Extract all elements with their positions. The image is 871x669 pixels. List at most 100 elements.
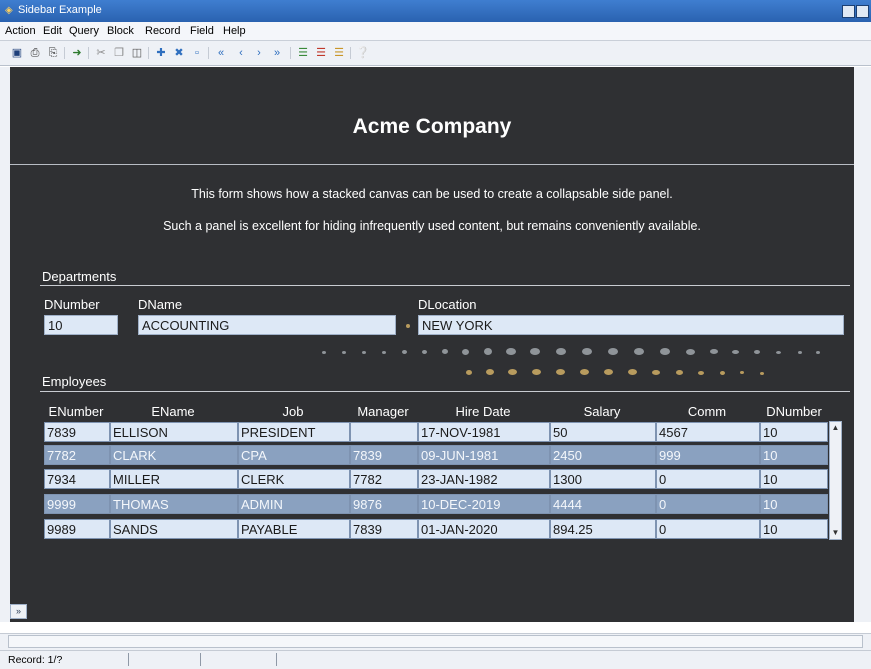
- cell-enumber[interactable]: 7782: [44, 445, 110, 465]
- col-ename: EName: [151, 404, 195, 419]
- menu-bar: Action Edit Query Block Record Field Hel…: [0, 22, 871, 41]
- scroll-up-icon[interactable]: ▲: [830, 422, 841, 434]
- cell-ename[interactable]: MILLER: [110, 469, 238, 489]
- cell-comm[interactable]: 0: [656, 519, 760, 539]
- cell-comm[interactable]: 4567: [656, 422, 760, 442]
- employees-label: Employees: [42, 374, 107, 389]
- col-hire-date: Hire Date: [455, 404, 511, 419]
- cell-salary[interactable]: 50: [550, 422, 656, 442]
- first-record-icon[interactable]: «: [214, 46, 228, 60]
- next-record-icon[interactable]: ›: [252, 46, 266, 60]
- message-box: [8, 635, 863, 648]
- right-frame: [854, 67, 871, 622]
- cell-manager[interactable]: [350, 422, 418, 442]
- cell-salary[interactable]: 4444: [550, 494, 656, 514]
- help-icon[interactable]: ❔: [356, 46, 370, 60]
- dnumber-field[interactable]: 10: [44, 315, 118, 335]
- record-status: Record: 1/?: [8, 654, 63, 666]
- cell-hire-date[interactable]: 10-DEC-2019: [418, 494, 550, 514]
- toolbar: ▣ ⎙ ⎘ ➜ ✂ ❐ ◫ ✚ ✖ ▫ « ‹ › » ☰ ☰ ☰ ❔: [0, 41, 871, 66]
- cell-dnumber[interactable]: 10: [760, 469, 828, 489]
- cell-job[interactable]: CPA: [238, 445, 350, 465]
- cancel-query-icon[interactable]: ☰: [332, 46, 346, 60]
- message-bar: [0, 633, 871, 650]
- copy-icon[interactable]: ❐: [112, 46, 126, 60]
- cell-manager[interactable]: 7839: [350, 445, 418, 465]
- description-line-1: This form shows how a stacked canvas can…: [191, 187, 673, 201]
- minimize-icon[interactable]: [842, 5, 855, 18]
- previous-record-icon[interactable]: ‹: [234, 46, 248, 60]
- cell-job[interactable]: ADMIN: [238, 494, 350, 514]
- cell-hire-date[interactable]: 17-NOV-1981: [418, 422, 550, 442]
- dlocation-field[interactable]: NEW YORK: [418, 315, 844, 335]
- col-comm: Comm: [687, 404, 727, 419]
- dname-field[interactable]: ACCOUNTING: [138, 315, 396, 335]
- cell-hire-date[interactable]: 01-JAN-2020: [418, 519, 550, 539]
- scroll-down-icon[interactable]: ▼: [830, 527, 841, 539]
- cell-enumber[interactable]: 9999: [44, 494, 110, 514]
- cell-manager[interactable]: 7839: [350, 519, 418, 539]
- cell-manager[interactable]: 9876: [350, 494, 418, 514]
- form-canvas: Acme Company This form shows how a stack…: [10, 67, 854, 622]
- paste-icon[interactable]: ◫: [130, 46, 144, 60]
- cut-icon[interactable]: ✂: [94, 46, 108, 60]
- enter-query-icon[interactable]: ☰: [296, 46, 310, 60]
- cell-ename[interactable]: SANDS: [110, 519, 238, 539]
- cell-dnumber[interactable]: 10: [760, 519, 828, 539]
- cell-job[interactable]: PRESIDENT: [238, 422, 350, 442]
- menu-block[interactable]: Block: [107, 25, 134, 37]
- menu-record[interactable]: Record: [145, 25, 180, 37]
- cell-ename[interactable]: THOMAS: [110, 494, 238, 514]
- company-title: Acme Company: [352, 115, 512, 138]
- cell-ename[interactable]: ELLISON: [110, 422, 238, 442]
- execute-query-icon[interactable]: ☰: [314, 46, 328, 60]
- departments-label: Departments: [42, 269, 117, 284]
- col-manager: Manager: [357, 404, 409, 419]
- save-icon[interactable]: ▣: [10, 46, 24, 60]
- clear-record-icon[interactable]: ▫: [190, 46, 204, 60]
- cell-job[interactable]: PAYABLE: [238, 519, 350, 539]
- expand-sidebar-icon[interactable]: »: [10, 604, 27, 619]
- dname-label: DName: [138, 297, 183, 312]
- cell-enumber[interactable]: 9989: [44, 519, 110, 539]
- menu-field[interactable]: Field: [190, 25, 214, 37]
- description-line-2: Such a panel is excellent for hiding inf…: [163, 219, 701, 233]
- cell-manager[interactable]: 7782: [350, 469, 418, 489]
- menu-query[interactable]: Query: [69, 25, 99, 37]
- col-job: Job: [282, 404, 304, 419]
- cell-enumber[interactable]: 7839: [44, 422, 110, 442]
- cell-salary[interactable]: 894.25: [550, 519, 656, 539]
- menu-edit[interactable]: Edit: [43, 25, 62, 37]
- cell-dnumber[interactable]: 10: [760, 494, 828, 514]
- menu-action[interactable]: Action: [5, 25, 36, 37]
- delete-record-icon[interactable]: ✖: [172, 46, 186, 60]
- cell-salary[interactable]: 2450: [550, 445, 656, 465]
- maximize-icon[interactable]: [856, 5, 869, 18]
- col-enumber: ENumber: [48, 404, 104, 419]
- menu-help[interactable]: Help: [223, 25, 246, 37]
- cell-hire-date[interactable]: 09-JUN-1981: [418, 445, 550, 465]
- cell-enumber[interactable]: 7934: [44, 469, 110, 489]
- cell-comm[interactable]: 0: [656, 494, 760, 514]
- exit-icon[interactable]: ➜: [70, 46, 84, 60]
- cell-ename[interactable]: CLARK: [110, 445, 238, 465]
- insert-record-icon[interactable]: ✚: [154, 46, 168, 60]
- header-divider: [10, 164, 854, 165]
- cell-hire-date[interactable]: 23-JAN-1982: [418, 469, 550, 489]
- last-record-icon[interactable]: »: [270, 46, 284, 60]
- cell-comm[interactable]: 0: [656, 469, 760, 489]
- cell-salary[interactable]: 1300: [550, 469, 656, 489]
- col-dnumber: DNumber: [766, 404, 822, 419]
- window-titlebar: ◈ Sidebar Example: [0, 0, 871, 22]
- left-frame: [0, 67, 10, 622]
- departments-divider: [40, 285, 850, 286]
- employees-divider: [40, 391, 850, 392]
- cell-dnumber[interactable]: 10: [760, 422, 828, 442]
- app-icon: ◈: [5, 5, 13, 16]
- employees-scrollbar[interactable]: ▲ ▼: [829, 421, 842, 540]
- cell-dnumber[interactable]: 10: [760, 445, 828, 465]
- print-setup-icon[interactable]: ⎘: [46, 46, 60, 60]
- cell-comm[interactable]: 999: [656, 445, 760, 465]
- print-icon[interactable]: ⎙: [28, 46, 42, 60]
- cell-job[interactable]: CLERK: [238, 469, 350, 489]
